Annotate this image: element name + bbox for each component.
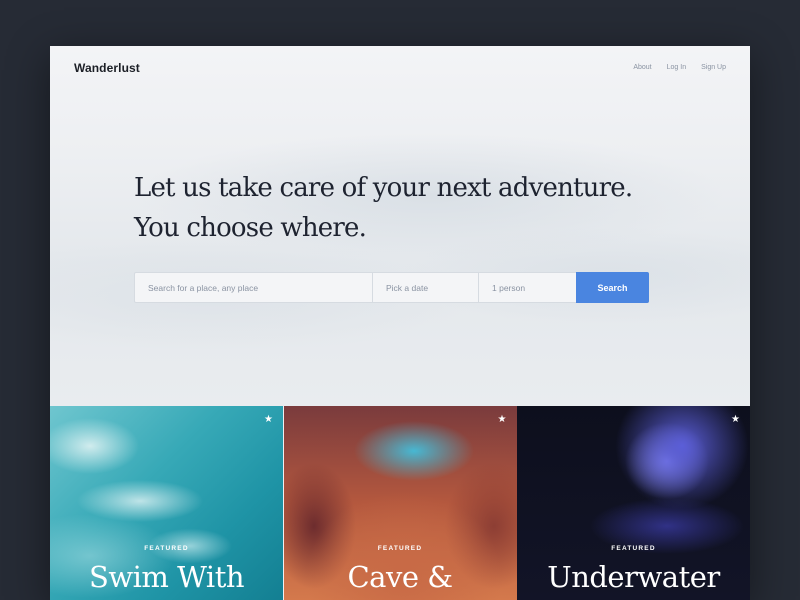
featured-badge: FEATURED xyxy=(377,545,423,552)
nav-login-link[interactable]: Log In xyxy=(667,64,686,71)
guests-select[interactable]: 1 person xyxy=(479,273,576,302)
star-icon[interactable]: ★ xyxy=(498,415,507,425)
headline-line-2: You choose where. xyxy=(134,213,367,243)
card-cave[interactable]: ★ FEATURED Cave & xyxy=(283,406,517,600)
card-swim-with[interactable]: ★ FEATURED Swim With xyxy=(50,406,283,600)
featured-badge: FEATURED xyxy=(144,545,189,552)
card-title: Swim With xyxy=(88,560,245,594)
brand-logo[interactable]: Wanderlust xyxy=(74,61,140,75)
hero-headline: Let us take care of your next adventure.… xyxy=(134,168,633,248)
card-title: Underwater xyxy=(547,560,720,594)
nav-about-link[interactable]: About xyxy=(633,64,651,71)
star-icon[interactable]: ★ xyxy=(731,415,740,425)
place-search-input[interactable]: Search for a place, any place xyxy=(135,273,373,302)
featured-badge: FEATURED xyxy=(611,545,656,552)
search-button[interactable]: Search xyxy=(576,272,649,303)
card-underwater[interactable]: ★ FEATURED Underwater xyxy=(517,406,750,600)
top-nav: About Log In Sign Up xyxy=(633,64,726,71)
browser-page: Wanderlust About Log In Sign Up Let us t… xyxy=(50,46,750,600)
star-icon[interactable]: ★ xyxy=(264,415,273,425)
headline-line-1: Let us take care of your next adventure. xyxy=(134,173,633,203)
hero-section: Wanderlust About Log In Sign Up Let us t… xyxy=(50,46,750,406)
card-title: Cave & xyxy=(347,560,453,594)
nav-signup-link[interactable]: Sign Up xyxy=(701,64,726,71)
date-picker-field[interactable]: Pick a date xyxy=(373,273,479,302)
featured-cards: ★ FEATURED Swim With ★ FEATURED Cave & ★… xyxy=(50,406,750,600)
search-bar: Search for a place, any place Pick a dat… xyxy=(134,272,649,303)
